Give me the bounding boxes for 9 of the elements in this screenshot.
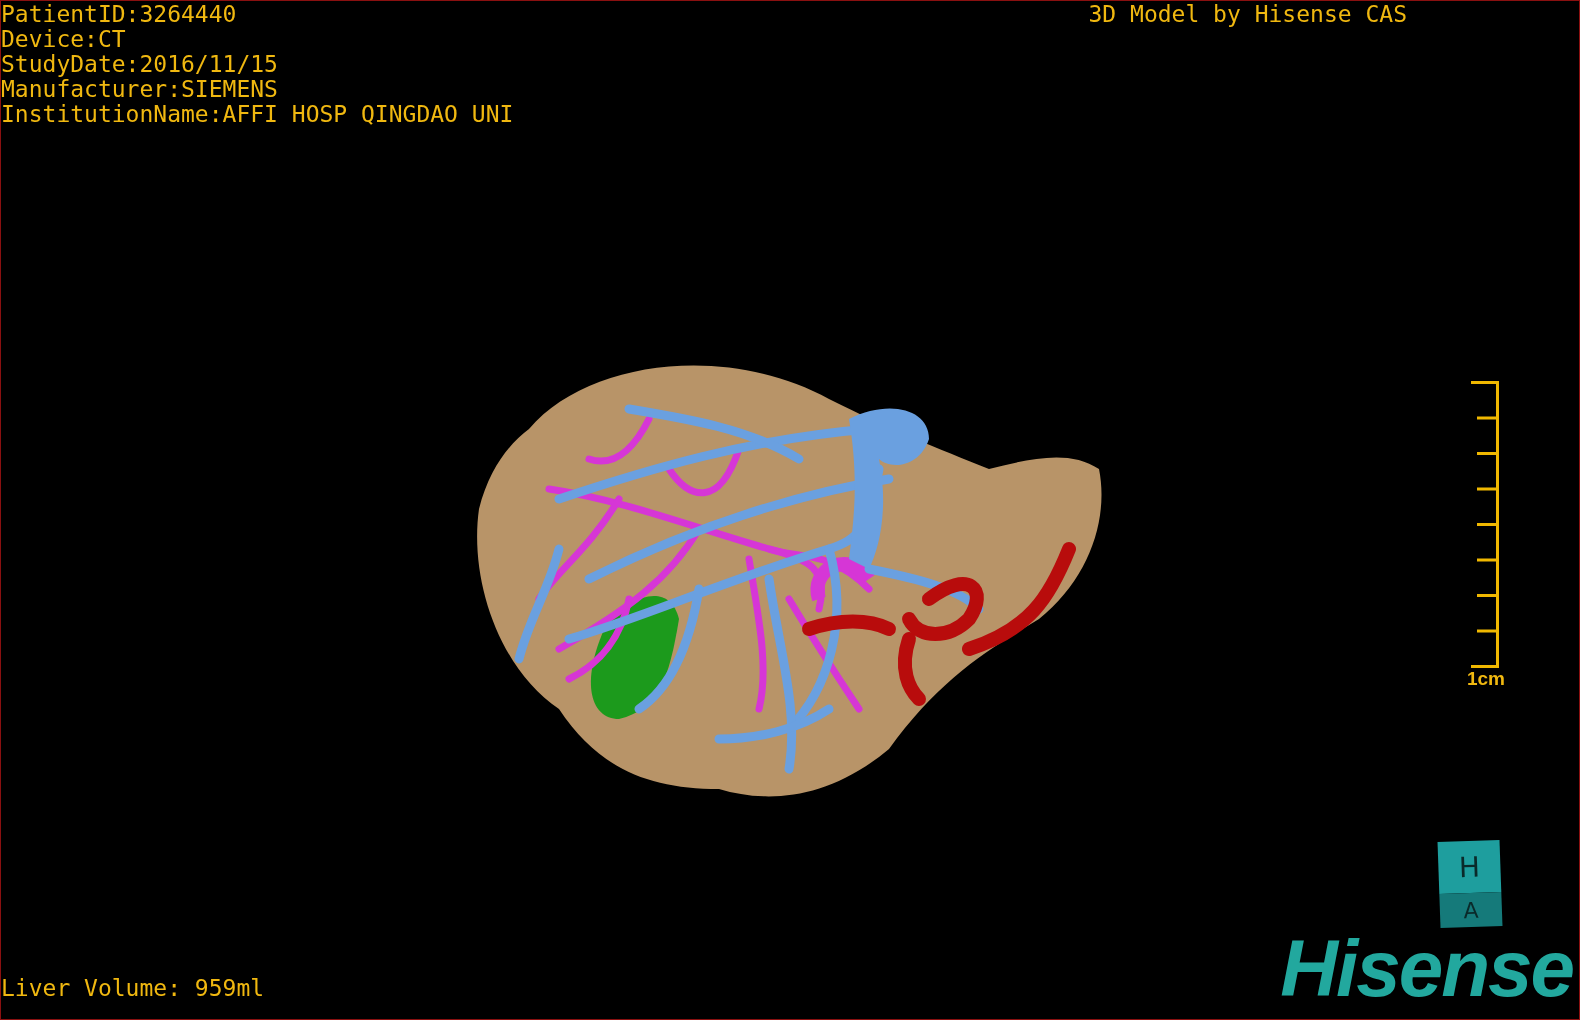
study-info-text: Device:CT bbox=[1, 27, 127, 52]
study-info-text: StudyDate:2016/11/15 bbox=[1, 52, 279, 77]
liver-volume-text: Liver Volume: 959ml bbox=[1, 976, 265, 1001]
study-info-text: InstitutionName:AFFI HOSP QINGDAO UNI bbox=[1, 102, 514, 127]
study-info-text: Manufacturer:SIEMENS bbox=[1, 77, 279, 102]
viewer-title: 3D Model by Hisense CAS bbox=[1088, 2, 1407, 27]
brand-logo: Hisense bbox=[1280, 937, 1573, 1001]
study-info-text: PatientID:3264440 bbox=[1, 2, 238, 27]
scale-label: 1cm bbox=[1466, 668, 1505, 690]
